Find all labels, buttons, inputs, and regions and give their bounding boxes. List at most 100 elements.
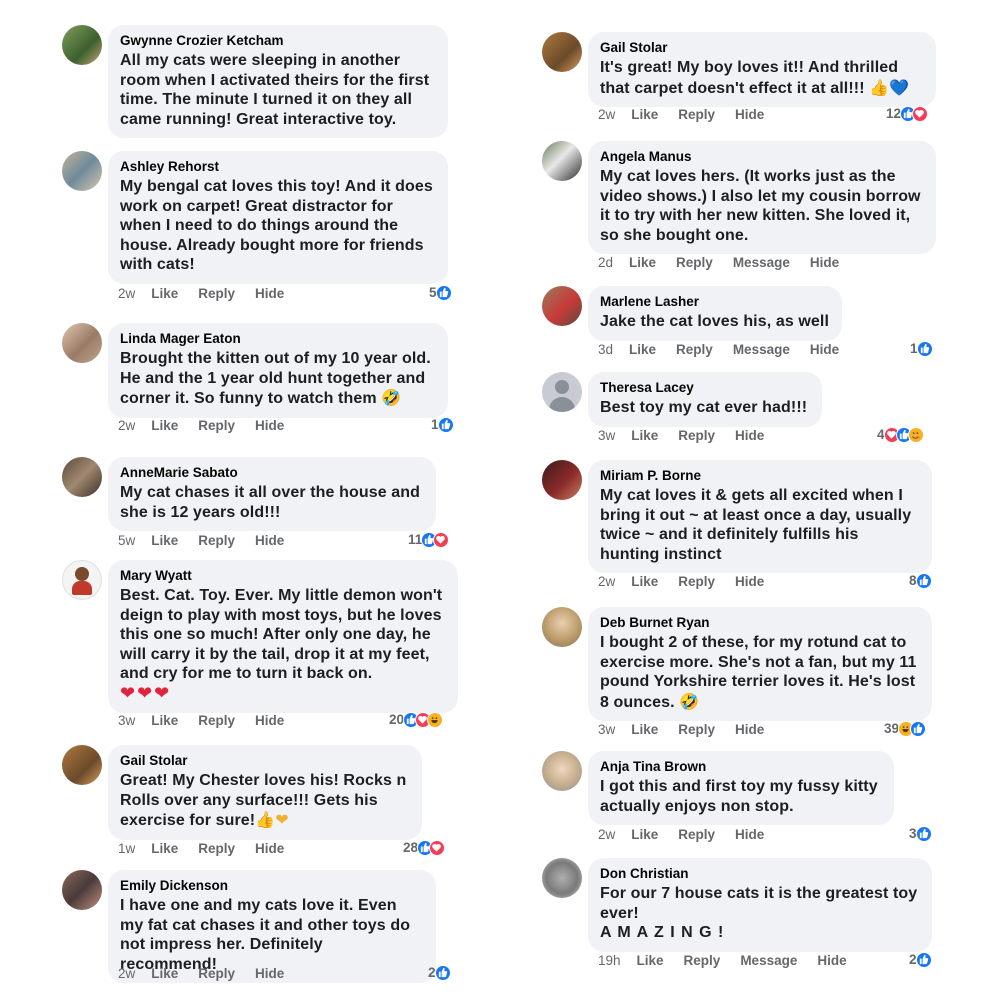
reply-button[interactable]: Reply (198, 966, 235, 981)
commenter-name[interactable]: Ashley Rehorst (120, 159, 436, 175)
reactions[interactable]: 12 (886, 106, 929, 122)
hide-button[interactable]: Hide (255, 286, 284, 301)
hide-button[interactable]: Hide (255, 713, 284, 728)
message-button[interactable]: Message (740, 953, 797, 968)
comment-age[interactable]: 2d (598, 255, 613, 270)
comment-age[interactable]: 2w (598, 107, 615, 122)
avatar[interactable] (542, 607, 582, 647)
hide-button[interactable]: Hide (255, 533, 284, 548)
reactions[interactable]: 1 (910, 341, 933, 357)
comment-age[interactable]: 1w (118, 841, 135, 856)
like-button[interactable]: Like (629, 342, 656, 357)
like-button[interactable]: Like (151, 713, 178, 728)
reactions[interactable]: 2 (909, 952, 932, 968)
reply-button[interactable]: Reply (684, 953, 721, 968)
reply-button[interactable]: Reply (678, 428, 715, 443)
reactions[interactable]: 4 (877, 427, 924, 443)
like-button[interactable]: Like (151, 841, 178, 856)
reactions[interactable]: 20 (389, 712, 444, 728)
reactions[interactable]: 2 (428, 965, 451, 981)
comment-age[interactable]: 2w (598, 827, 615, 842)
reactions[interactable]: 5 (429, 285, 452, 301)
commenter-name[interactable]: Anja Tina Brown (600, 759, 882, 775)
message-button[interactable]: Message (733, 342, 790, 357)
reply-button[interactable]: Reply (198, 286, 235, 301)
comment-age[interactable]: 2w (118, 966, 135, 981)
reactions[interactable]: 39 (884, 721, 927, 737)
commenter-name[interactable]: Mary Wyatt (120, 568, 446, 584)
reply-button[interactable]: Reply (678, 722, 715, 737)
like-button[interactable]: Like (631, 722, 658, 737)
avatar[interactable] (542, 751, 582, 791)
avatar[interactable] (62, 745, 102, 785)
commenter-name[interactable]: Marlene Lasher (600, 294, 830, 310)
hide-button[interactable]: Hide (817, 953, 846, 968)
commenter-name[interactable]: Angela Manus (600, 149, 924, 165)
comment-age[interactable]: 3w (598, 722, 615, 737)
reactions[interactable]: 8 (909, 573, 932, 589)
commenter-name[interactable]: Linda Mager Eaton (120, 331, 436, 347)
reactions[interactable]: 3 (909, 826, 932, 842)
hide-button[interactable]: Hide (810, 255, 839, 270)
reply-button[interactable]: Reply (198, 841, 235, 856)
hide-button[interactable]: Hide (735, 107, 764, 122)
reply-button[interactable]: Reply (198, 533, 235, 548)
comment-age[interactable]: 5w (118, 533, 135, 548)
commenter-name[interactable]: AnneMarie Sabato (120, 465, 424, 481)
like-button[interactable]: Like (631, 428, 658, 443)
hide-button[interactable]: Hide (735, 722, 764, 737)
commenter-name[interactable]: Miriam P. Borne (600, 468, 920, 484)
reply-button[interactable]: Reply (678, 574, 715, 589)
commenter-name[interactable]: Don Christian (600, 866, 920, 882)
avatar[interactable] (62, 457, 102, 497)
hide-button[interactable]: Hide (735, 827, 764, 842)
avatar[interactable] (542, 141, 582, 181)
like-button[interactable]: Like (637, 953, 664, 968)
hide-button[interactable]: Hide (255, 966, 284, 981)
reply-button[interactable]: Reply (678, 827, 715, 842)
reply-button[interactable]: Reply (198, 713, 235, 728)
comment-age[interactable]: 3w (118, 713, 135, 728)
reply-button[interactable]: Reply (676, 342, 713, 357)
avatar[interactable] (542, 286, 582, 326)
comment-age[interactable]: 2w (118, 286, 135, 301)
commenter-name[interactable]: Emily Dickenson (120, 878, 424, 894)
avatar[interactable] (62, 25, 102, 65)
hide-button[interactable]: Hide (255, 418, 284, 433)
avatar[interactable] (542, 372, 582, 412)
avatar[interactable] (542, 460, 582, 500)
avatar[interactable] (62, 323, 102, 363)
commenter-name[interactable]: Gail Stolar (600, 40, 924, 56)
like-button[interactable]: Like (629, 255, 656, 270)
reply-button[interactable]: Reply (198, 418, 235, 433)
hide-button[interactable]: Hide (735, 574, 764, 589)
like-button[interactable]: Like (631, 107, 658, 122)
commenter-name[interactable]: Theresa Lacey (600, 380, 810, 396)
like-button[interactable]: Like (151, 533, 178, 548)
comment-age[interactable]: 19h (598, 953, 621, 968)
hide-button[interactable]: Hide (255, 841, 284, 856)
reactions[interactable]: 28 (403, 840, 446, 856)
avatar[interactable] (62, 870, 102, 910)
like-button[interactable]: Like (631, 574, 658, 589)
reactions[interactable]: 1 (431, 417, 454, 433)
commenter-name[interactable]: Gwynne Crozier Ketcham (120, 33, 436, 49)
like-button[interactable]: Like (151, 966, 178, 981)
reactions[interactable]: 11 (408, 532, 450, 548)
avatar[interactable] (542, 858, 582, 898)
reply-button[interactable]: Reply (676, 255, 713, 270)
avatar[interactable] (542, 32, 582, 72)
avatar[interactable] (62, 560, 102, 600)
commenter-name[interactable]: Deb Burnet Ryan (600, 615, 920, 631)
like-button[interactable]: Like (631, 827, 658, 842)
commenter-name[interactable]: Gail Stolar (120, 753, 410, 769)
comment-age[interactable]: 3d (598, 342, 613, 357)
like-button[interactable]: Like (151, 418, 178, 433)
comment-age[interactable]: 2w (598, 574, 615, 589)
reply-button[interactable]: Reply (678, 107, 715, 122)
avatar[interactable] (62, 151, 102, 191)
message-button[interactable]: Message (733, 255, 790, 270)
comment-age[interactable]: 3w (598, 428, 615, 443)
hide-button[interactable]: Hide (735, 428, 764, 443)
like-button[interactable]: Like (151, 286, 178, 301)
